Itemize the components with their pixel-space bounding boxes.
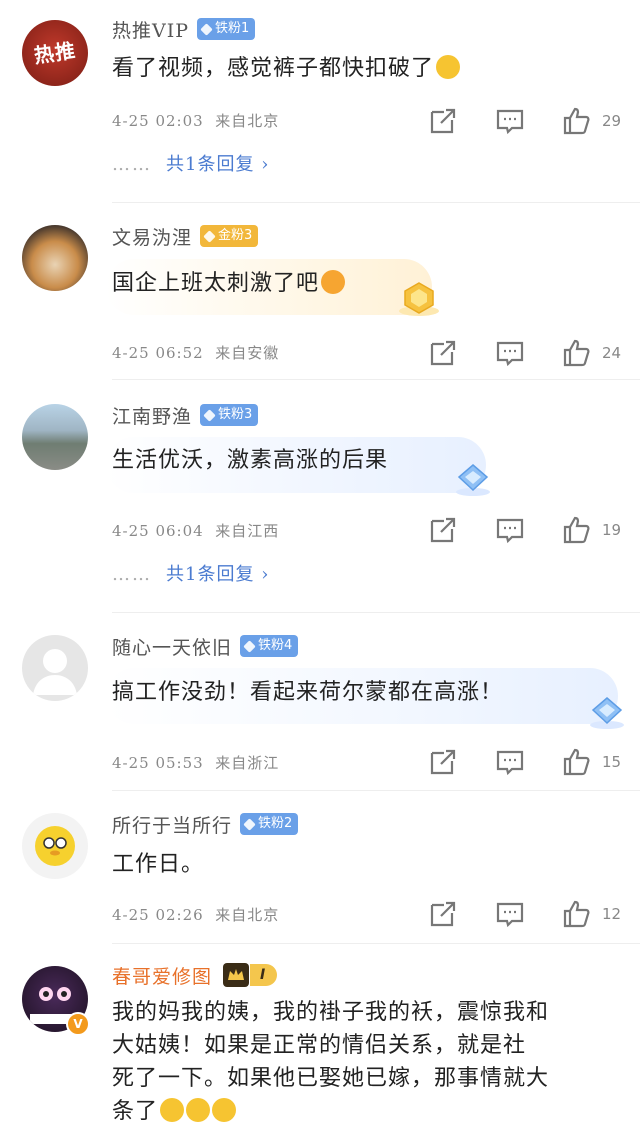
comment-meta: 4-25 06:04 来自江西 <box>112 522 280 540</box>
fan-badge[interactable]: 金粉3 <box>200 225 259 247</box>
gold-gem-icon <box>399 282 439 316</box>
share-icon[interactable] <box>428 106 458 136</box>
comment-text: 我的妈我的姨，我的褂子我的袄，震惊我和 大姑姨！如果是正常的情侣关系，就是社 死… <box>112 1000 550 1124</box>
comment-text: 国企上班太刺激了吧 <box>112 267 346 300</box>
diamond-icon <box>203 408 216 422</box>
heart-eyes-emoji-icon <box>321 270 346 294</box>
comment-text: 生活优沃，激素高涨的后果 <box>112 448 389 473</box>
view-replies-link[interactable]: …… 共1条回复 › <box>112 150 269 176</box>
username[interactable]: 所行于当所行 <box>112 811 232 838</box>
member-badge[interactable]: I <box>222 962 278 988</box>
thumbs-up-icon[interactable] <box>562 899 592 929</box>
cartoon-avatar-icon <box>35 826 75 866</box>
laughing-emoji-icon <box>436 55 461 79</box>
avatar[interactable] <box>22 813 88 879</box>
share-icon[interactable] <box>428 338 458 368</box>
chevron-right-icon: › <box>261 154 270 175</box>
share-icon[interactable] <box>428 515 458 545</box>
comment-icon[interactable] <box>495 747 525 777</box>
comment-icon[interactable] <box>495 338 525 368</box>
fan-badge[interactable]: 铁粉4 <box>240 635 299 657</box>
comment-item: 热推 热推VIP 铁粉1 看了视频，感觉裤子都快扣破了 4-25 02:03 来… <box>0 0 640 203</box>
like-count: 19 <box>602 521 622 539</box>
fan-badge[interactable]: 铁粉2 <box>240 813 299 835</box>
comment-item: 江南野渔 铁粉3 生活优沃，激素高涨的后果 4-25 06:04 来自江西 19… <box>0 380 640 613</box>
laughing-emoji-icon <box>212 1098 237 1122</box>
comment-text: 看了视频，感觉裤子都快扣破了 <box>112 52 461 85</box>
comment-meta: 4-25 02:26 来自北京 <box>112 906 280 924</box>
laughing-emoji-icon <box>160 1098 185 1122</box>
share-icon[interactable] <box>428 899 458 929</box>
laughing-emoji-icon <box>186 1098 211 1122</box>
avatar-text: 热推 <box>32 38 78 68</box>
comment-icon[interactable] <box>495 899 525 929</box>
comment-meta: 4-25 06:52 来自安徽 <box>112 344 280 362</box>
diamond-icon <box>243 639 256 653</box>
verified-icon: V <box>66 1012 90 1036</box>
blue-gem-icon <box>456 464 490 496</box>
fan-badge[interactable]: 铁粉1 <box>197 18 256 40</box>
username[interactable]: 热推VIP <box>112 16 189 43</box>
username[interactable]: 随心一天依旧 <box>112 633 232 660</box>
avatar[interactable] <box>22 225 88 291</box>
username[interactable]: 文易沩浬 <box>112 223 192 250</box>
diamond-icon <box>203 229 216 243</box>
view-replies-link[interactable]: …… 共1条回复 › <box>112 560 269 586</box>
comment-item: 文易沩浬 金粉3 国企上班太刺激了吧 4-25 06:52 来自安徽 24 <box>0 203 640 380</box>
like-count: 12 <box>602 905 622 923</box>
thumbs-up-icon[interactable] <box>562 515 592 545</box>
username[interactable]: 江南野渔 <box>112 402 192 429</box>
blue-gem-icon <box>590 697 624 729</box>
like-count: 24 <box>602 344 622 362</box>
diamond-icon <box>200 22 213 36</box>
crown-icon <box>223 963 250 987</box>
diamond-icon <box>243 817 256 831</box>
fan-badge[interactable]: 铁粉3 <box>200 404 259 426</box>
comment-icon[interactable] <box>495 515 525 545</box>
chevron-right-icon: › <box>261 564 270 585</box>
share-icon[interactable] <box>428 747 458 777</box>
thumbs-up-icon[interactable] <box>562 338 592 368</box>
like-count: 29 <box>602 112 622 130</box>
thumbs-up-icon[interactable] <box>562 106 592 136</box>
comment-meta: 4-25 02:03 来自北京 <box>112 112 280 130</box>
comment-meta: 4-25 05:53 来自浙江 <box>112 754 280 772</box>
comment-item: 所行于当所行 铁粉2 工作日。 4-25 02:26 来自北京 12 <box>0 791 640 944</box>
like-count: 15 <box>602 753 622 771</box>
avatar[interactable] <box>22 404 88 470</box>
comment-text: 工作日。 <box>112 852 205 877</box>
comment-item: V 春哥爱修图 I 我的妈我的姨，我的褂子我的袄，震惊我和 大姑姨！如果是正常的… <box>0 944 640 1124</box>
comment-item: 随心一天依旧 铁粉4 搞工作没劲！看起来荷尔蒙都在高涨！ 4-25 05:53 … <box>0 613 640 791</box>
comment-icon[interactable] <box>495 106 525 136</box>
username[interactable]: 春哥爱修图 <box>112 962 212 989</box>
thumbs-up-icon[interactable] <box>562 747 592 777</box>
default-avatar-icon <box>33 649 77 695</box>
avatar[interactable] <box>22 635 88 701</box>
avatar[interactable]: 热推 <box>22 20 88 86</box>
comment-text: 搞工作没劲！看起来荷尔蒙都在高涨！ <box>112 680 504 705</box>
